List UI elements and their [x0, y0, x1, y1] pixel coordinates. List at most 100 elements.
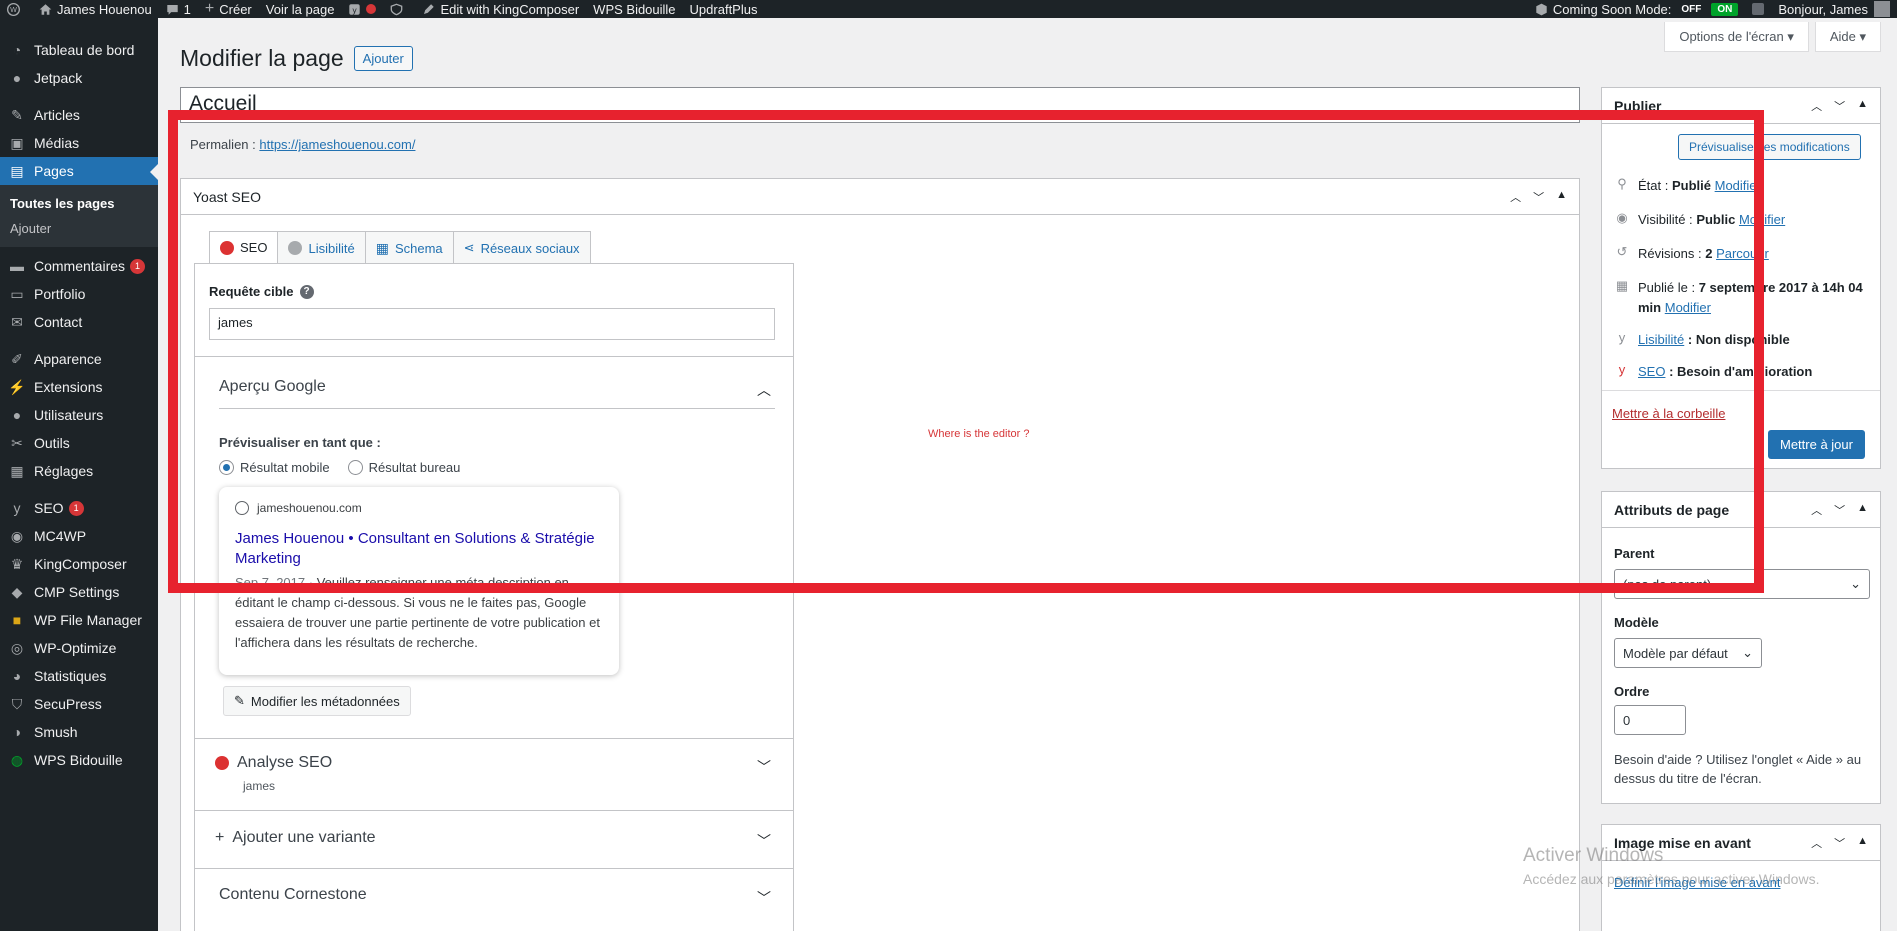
chevron-down-icon[interactable]: ﹀ [757, 888, 771, 908]
sidebar-item-wps-bidouille[interactable]: ◍ WPS Bidouille [0, 746, 158, 774]
seo-analysis-toggle[interactable]: Analyse SEO [215, 754, 332, 772]
coming-soon-on[interactable]: ON [1711, 2, 1739, 16]
submenu-add-page[interactable]: Ajouter [0, 216, 158, 241]
sidebar-item-portfolio[interactable]: ▭ Portfolio [0, 280, 158, 308]
updraft-link[interactable]: UpdraftPlus [683, 0, 765, 18]
sidebar-item-comments[interactable]: ▬ Commentaires 1 [0, 252, 158, 280]
sidebar-item-contact[interactable]: ✉ Contact [0, 308, 158, 336]
add-variant-toggle[interactable]: + Ajouter une variante [215, 829, 376, 847]
radio-desktop[interactable]: Résultat bureau [347, 460, 460, 475]
toggle-panel-icon[interactable]: ▲ [1857, 502, 1868, 518]
new-content-link[interactable]: + Créer [198, 0, 259, 18]
move-down-icon[interactable]: ﹀ [1834, 98, 1845, 114]
user-greeting[interactable]: Bonjour, James [1771, 0, 1897, 18]
google-preview-toggle[interactable]: Aperçu Google [219, 378, 326, 396]
coming-soon-off[interactable]: OFF [1675, 3, 1707, 16]
focus-keyphrase-label: Requête cible? [209, 284, 314, 299]
wordpress-logo-icon[interactable]: W [0, 0, 32, 18]
sidebar-item-tools[interactable]: ✂ Outils [0, 429, 158, 457]
submenu-all-pages[interactable]: Toutes les pages [0, 191, 158, 216]
toggle-panel-icon[interactable]: ▲ [1857, 98, 1868, 114]
move-down-icon[interactable]: ﹀ [1533, 189, 1544, 205]
move-down-icon[interactable]: ﹀ [1834, 502, 1845, 518]
sidebar-item-kingcomposer[interactable]: ♛ KingComposer [0, 550, 158, 578]
sidebar-item-appearance[interactable]: ✐ Apparence [0, 345, 158, 373]
sidebar-item-stats[interactable]: ◕ Statistiques [0, 662, 158, 690]
status-modify-link[interactable]: Modifier [1715, 178, 1761, 193]
sidebar-item-seo[interactable]: y SEO 1 [0, 494, 158, 522]
toggle-panel-icon[interactable]: ▲ [1857, 835, 1868, 851]
sidebar-item-mc4wp[interactable]: ◉ MC4WP [0, 522, 158, 550]
move-down-icon[interactable]: ﹀ [1834, 835, 1845, 851]
sidebar-item-smush[interactable]: ◑ Smush [0, 718, 158, 746]
sidebar-item-wp-file-manager[interactable]: ■ WP File Manager [0, 606, 158, 634]
coming-soon-toggle[interactable]: Coming Soon Mode: OFF ON [1528, 0, 1746, 18]
kingcomposer-link[interactable]: Edit with KingComposer [415, 0, 586, 18]
sidebar-item-settings[interactable]: ▦ Réglages [0, 457, 158, 485]
sidebar-item-articles[interactable]: ✎ Articles [0, 101, 158, 129]
move-up-icon[interactable]: ︿ [1811, 835, 1822, 851]
published-modify-link[interactable]: Modifier [1665, 300, 1711, 315]
pages-icon: ▤ [10, 162, 24, 179]
sidebar-item-plugins[interactable]: ⚡ Extensions [0, 373, 158, 401]
move-up-icon[interactable]: ︿ [1811, 98, 1822, 114]
toggle-panel-icon[interactable]: ▲ [1556, 189, 1567, 205]
divider [195, 356, 793, 357]
tab-seo[interactable]: SEO [209, 231, 279, 264]
cornerstone-toggle[interactable]: Contenu Cornestone [219, 886, 367, 904]
google-title[interactable]: James Houenou • Consultant en Solutions … [235, 529, 603, 569]
chevron-up-icon[interactable]: ︿ [757, 380, 771, 400]
comments-link[interactable]: 1 [159, 0, 198, 18]
sidebar-item-pages[interactable]: ▤ Pages [0, 157, 158, 185]
parent-select[interactable]: (pas de parent) ⌄ [1614, 569, 1870, 599]
seo-link[interactable]: SEO [1638, 364, 1665, 379]
yoast-adminbar-icon[interactable]: y [341, 0, 383, 18]
publish-box: Publier ︿ ﹀ ▲ Prévisualiser les modificati… [1601, 87, 1881, 469]
visibility-modify-link[interactable]: Modifier [1739, 212, 1785, 227]
revisions-value: 2 [1705, 246, 1713, 261]
permalink-link[interactable]: https://jameshouenou.com/ [259, 137, 415, 152]
move-up-icon[interactable]: ︿ [1811, 502, 1822, 518]
update-button[interactable]: Mettre à jour [1768, 430, 1865, 459]
sidebar-item-wp-optimize[interactable]: ◎ WP-Optimize [0, 634, 158, 662]
tab-schema[interactable]: ▦ Schema [364, 231, 454, 264]
readability-link[interactable]: Lisibilité [1638, 332, 1684, 347]
notifications-icon[interactable] [1745, 0, 1771, 18]
sidebar-item-users[interactable]: ● Utilisateurs [0, 401, 158, 429]
sidebar-item-label: Apparence [34, 351, 102, 367]
yoast-tabs: SEO Lisibilité ▦ Schema ⋖ Réseaux sociaux [209, 231, 591, 264]
revisions-label: Révisions : [1638, 246, 1702, 261]
wps-link[interactable]: WPS Bidouille [586, 0, 682, 18]
sidebar-item-dashboard[interactable]: ◔ Tableau de bord [0, 36, 158, 64]
radio-mobile[interactable]: Résultat mobile [219, 460, 330, 475]
help-button[interactable]: Aide ▾ [1814, 22, 1881, 52]
sidebar-item-secupress[interactable]: ⛉ SecuPress [0, 690, 158, 718]
secupress-adminbar-icon[interactable] [383, 0, 415, 18]
focus-keyphrase-input[interactable]: james [209, 308, 775, 340]
sidebar-item-label: Jetpack [34, 70, 83, 86]
screen-options-button[interactable]: Options de l'écran ▾ [1664, 22, 1809, 52]
order-input[interactable]: 0 [1614, 705, 1686, 735]
sidebar-item-media[interactable]: ▣ Médias [0, 129, 158, 157]
help-icon[interactable]: ? [299, 284, 314, 299]
site-name-link[interactable]: James Houenou [32, 0, 159, 18]
revisions-browse-link[interactable]: Parcourir [1716, 246, 1769, 261]
page-attributes-box: Attributs de page ︿ ﹀ ▲ Parent (pas de par… [1601, 491, 1881, 804]
tab-social[interactable]: ⋖ Réseaux sociaux [452, 231, 591, 264]
trash-link[interactable]: Mettre à la corbeille [1612, 406, 1725, 421]
cube-icon: ◆ [11, 583, 23, 600]
template-select[interactable]: Modèle par défaut ⌄ [1614, 638, 1762, 668]
title-input[interactable]: Accueil [180, 87, 1580, 123]
sidebar-item-jetpack[interactable]: ● Jetpack [0, 64, 158, 92]
edit-metadata-button[interactable]: ✎ Modifier les métadonnées [223, 686, 411, 716]
settings-icon: ▦ [10, 462, 24, 479]
view-page-link[interactable]: Voir la page [259, 0, 342, 18]
chevron-down-icon[interactable]: ﹀ [757, 757, 771, 777]
move-up-icon[interactable]: ︿ [1510, 189, 1521, 205]
tab-readability[interactable]: Lisibilité [277, 231, 366, 264]
add-page-button[interactable]: Ajouter [353, 46, 413, 71]
status-value: Publié [1671, 178, 1711, 193]
sidebar-item-cmp-settings[interactable]: ◆ CMP Settings [0, 578, 158, 606]
chevron-down-icon[interactable]: ﹀ [757, 831, 771, 851]
preview-changes-button[interactable]: Prévisualiser les modifications [1678, 134, 1861, 160]
